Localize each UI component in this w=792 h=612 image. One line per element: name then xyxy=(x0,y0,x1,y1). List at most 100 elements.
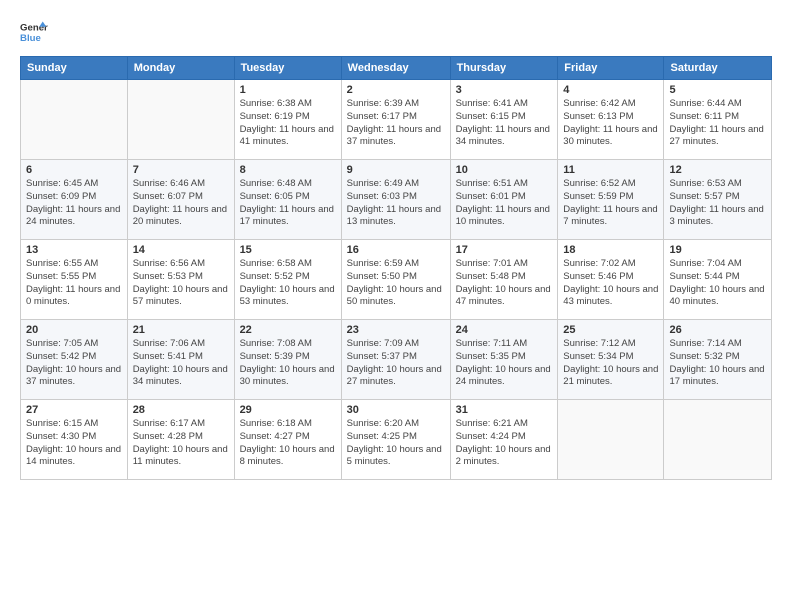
calendar-cell: 31 Sunrise: 6:21 AM Sunset: 4:24 PM Dayli… xyxy=(450,400,558,480)
calendar-cell: 12 Sunrise: 6:53 AM Sunset: 5:57 PM Dayli… xyxy=(664,160,772,240)
calendar-cell: 21Sunrise: 7:06 AM Sunset: 5:41 PM Dayli… xyxy=(127,320,234,400)
calendar-table: SundayMondayTuesdayWednesdayThursdayFrid… xyxy=(20,56,772,480)
logo: General Blue xyxy=(20,18,48,46)
day-info: Sunrise: 6:48 AM Sunset: 6:05 PM Dayligh… xyxy=(240,178,336,229)
day-number: 5 xyxy=(669,84,766,96)
calendar-cell: 3 Sunrise: 6:41 AM Sunset: 6:15 PM Daylig… xyxy=(450,80,558,160)
calendar-cell: 16 Sunrise: 6:59 AM Sunset: 5:50 PM Dayli… xyxy=(341,240,450,320)
weekday-header: Tuesday xyxy=(234,57,341,80)
day-info: Sunrise: 7:09 AM Sunset: 5:37 PM Dayligh… xyxy=(347,338,445,389)
calendar-cell: 9 Sunrise: 6:49 AM Sunset: 6:03 PM Daylig… xyxy=(341,160,450,240)
day-info: Sunrise: 6:20 AM Sunset: 4:25 PM Dayligh… xyxy=(347,418,445,469)
calendar-cell xyxy=(664,400,772,480)
calendar-cell: 27 Sunrise: 6:15 AM Sunset: 4:30 PM Dayli… xyxy=(21,400,128,480)
day-info: Sunrise: 6:52 AM Sunset: 5:59 PM Dayligh… xyxy=(563,178,658,229)
day-number: 7 xyxy=(133,164,229,176)
day-info: Sunrise: 6:44 AM Sunset: 6:11 PM Dayligh… xyxy=(669,98,766,149)
day-number: 26 xyxy=(669,324,766,336)
day-number: 2 xyxy=(347,84,445,96)
day-info: Sunrise: 6:45 AM Sunset: 6:09 PM Dayligh… xyxy=(26,178,122,229)
day-number: 10 xyxy=(456,164,553,176)
day-number: 18 xyxy=(563,244,658,256)
svg-text:Blue: Blue xyxy=(20,33,41,44)
calendar-week-row: 6Sunrise: 6:45 AM Sunset: 6:09 PM Daylig… xyxy=(21,160,772,240)
day-number: 3 xyxy=(456,84,553,96)
day-number: 13 xyxy=(26,244,122,256)
day-info: Sunrise: 7:12 AM Sunset: 5:34 PM Dayligh… xyxy=(563,338,658,389)
day-number: 27 xyxy=(26,404,122,416)
calendar-cell: 2 Sunrise: 6:39 AM Sunset: 6:17 PM Daylig… xyxy=(341,80,450,160)
calendar-week-row: 27 Sunrise: 6:15 AM Sunset: 4:30 PM Dayli… xyxy=(21,400,772,480)
day-number: 14 xyxy=(133,244,229,256)
calendar-cell: 19 Sunrise: 7:04 AM Sunset: 5:44 PM Dayli… xyxy=(664,240,772,320)
weekday-header: Monday xyxy=(127,57,234,80)
calendar-cell xyxy=(558,400,664,480)
day-info: Sunrise: 6:42 AM Sunset: 6:13 PM Dayligh… xyxy=(563,98,658,149)
day-info: Sunrise: 6:17 AM Sunset: 4:28 PM Dayligh… xyxy=(133,418,229,469)
calendar-cell: 25 Sunrise: 7:12 AM Sunset: 5:34 PM Dayli… xyxy=(558,320,664,400)
day-number: 9 xyxy=(347,164,445,176)
day-info: Sunrise: 7:05 AM Sunset: 5:42 PM Dayligh… xyxy=(26,338,122,389)
calendar-cell: 29 Sunrise: 6:18 AM Sunset: 4:27 PM Dayli… xyxy=(234,400,341,480)
calendar-week-row: 20Sunrise: 7:05 AM Sunset: 5:42 PM Dayli… xyxy=(21,320,772,400)
calendar-cell: 15Sunrise: 6:58 AM Sunset: 5:52 PM Dayli… xyxy=(234,240,341,320)
calendar-cell: 18Sunrise: 7:02 AM Sunset: 5:46 PM Dayli… xyxy=(558,240,664,320)
day-number: 1 xyxy=(240,84,336,96)
calendar-cell: 4 Sunrise: 6:42 AM Sunset: 6:13 PM Daylig… xyxy=(558,80,664,160)
calendar-cell: 5 Sunrise: 6:44 AM Sunset: 6:11 PM Daylig… xyxy=(664,80,772,160)
calendar-header: SundayMondayTuesdayWednesdayThursdayFrid… xyxy=(21,57,772,80)
weekday-header: Sunday xyxy=(21,57,128,80)
calendar-cell: 30 Sunrise: 6:20 AM Sunset: 4:25 PM Dayli… xyxy=(341,400,450,480)
calendar-cell: 7 Sunrise: 6:46 AM Sunset: 6:07 PM Daylig… xyxy=(127,160,234,240)
day-info: Sunrise: 6:46 AM Sunset: 6:07 PM Dayligh… xyxy=(133,178,229,229)
calendar-cell: 22 Sunrise: 7:08 AM Sunset: 5:39 PM Dayli… xyxy=(234,320,341,400)
day-info: Sunrise: 6:51 AM Sunset: 6:01 PM Dayligh… xyxy=(456,178,553,229)
day-number: 11 xyxy=(563,164,658,176)
calendar-cell: 10 Sunrise: 6:51 AM Sunset: 6:01 PM Dayli… xyxy=(450,160,558,240)
day-number: 30 xyxy=(347,404,445,416)
day-info: Sunrise: 7:06 AM Sunset: 5:41 PM Dayligh… xyxy=(133,338,229,389)
day-info: Sunrise: 6:49 AM Sunset: 6:03 PM Dayligh… xyxy=(347,178,445,229)
logo-icon: General Blue xyxy=(20,18,48,46)
calendar-cell xyxy=(21,80,128,160)
weekday-header: Thursday xyxy=(450,57,558,80)
weekday-header: Saturday xyxy=(664,57,772,80)
day-info: Sunrise: 7:04 AM Sunset: 5:44 PM Dayligh… xyxy=(669,258,766,309)
day-info: Sunrise: 6:39 AM Sunset: 6:17 PM Dayligh… xyxy=(347,98,445,149)
day-number: 8 xyxy=(240,164,336,176)
day-info: Sunrise: 7:11 AM Sunset: 5:35 PM Dayligh… xyxy=(456,338,553,389)
day-number: 19 xyxy=(669,244,766,256)
day-info: Sunrise: 6:21 AM Sunset: 4:24 PM Dayligh… xyxy=(456,418,553,469)
day-number: 31 xyxy=(456,404,553,416)
day-number: 29 xyxy=(240,404,336,416)
day-info: Sunrise: 6:56 AM Sunset: 5:53 PM Dayligh… xyxy=(133,258,229,309)
calendar-cell: 1 Sunrise: 6:38 AM Sunset: 6:19 PM Daylig… xyxy=(234,80,341,160)
calendar-cell: 8 Sunrise: 6:48 AM Sunset: 6:05 PM Daylig… xyxy=(234,160,341,240)
day-info: Sunrise: 6:59 AM Sunset: 5:50 PM Dayligh… xyxy=(347,258,445,309)
calendar-cell: 6Sunrise: 6:45 AM Sunset: 6:09 PM Daylig… xyxy=(21,160,128,240)
day-info: Sunrise: 6:53 AM Sunset: 5:57 PM Dayligh… xyxy=(669,178,766,229)
calendar-week-row: 13Sunrise: 6:55 AM Sunset: 5:55 PM Dayli… xyxy=(21,240,772,320)
day-number: 15 xyxy=(240,244,336,256)
calendar-cell: 26 Sunrise: 7:14 AM Sunset: 5:32 PM Dayli… xyxy=(664,320,772,400)
weekday-header: Wednesday xyxy=(341,57,450,80)
day-number: 12 xyxy=(669,164,766,176)
calendar-cell: 28Sunrise: 6:17 AM Sunset: 4:28 PM Dayli… xyxy=(127,400,234,480)
day-number: 16 xyxy=(347,244,445,256)
day-info: Sunrise: 7:14 AM Sunset: 5:32 PM Dayligh… xyxy=(669,338,766,389)
calendar-cell: 14 Sunrise: 6:56 AM Sunset: 5:53 PM Dayli… xyxy=(127,240,234,320)
day-number: 22 xyxy=(240,324,336,336)
calendar-cell: 17Sunrise: 7:01 AM Sunset: 5:48 PM Dayli… xyxy=(450,240,558,320)
day-info: Sunrise: 6:38 AM Sunset: 6:19 PM Dayligh… xyxy=(240,98,336,149)
calendar-cell: 23Sunrise: 7:09 AM Sunset: 5:37 PM Dayli… xyxy=(341,320,450,400)
calendar-cell: 11 Sunrise: 6:52 AM Sunset: 5:59 PM Dayli… xyxy=(558,160,664,240)
day-info: Sunrise: 6:18 AM Sunset: 4:27 PM Dayligh… xyxy=(240,418,336,469)
day-info: Sunrise: 6:41 AM Sunset: 6:15 PM Dayligh… xyxy=(456,98,553,149)
day-info: Sunrise: 7:08 AM Sunset: 5:39 PM Dayligh… xyxy=(240,338,336,389)
calendar-cell: 20Sunrise: 7:05 AM Sunset: 5:42 PM Dayli… xyxy=(21,320,128,400)
day-number: 4 xyxy=(563,84,658,96)
day-info: Sunrise: 6:15 AM Sunset: 4:30 PM Dayligh… xyxy=(26,418,122,469)
day-number: 17 xyxy=(456,244,553,256)
calendar-cell: 24Sunrise: 7:11 AM Sunset: 5:35 PM Dayli… xyxy=(450,320,558,400)
day-number: 25 xyxy=(563,324,658,336)
